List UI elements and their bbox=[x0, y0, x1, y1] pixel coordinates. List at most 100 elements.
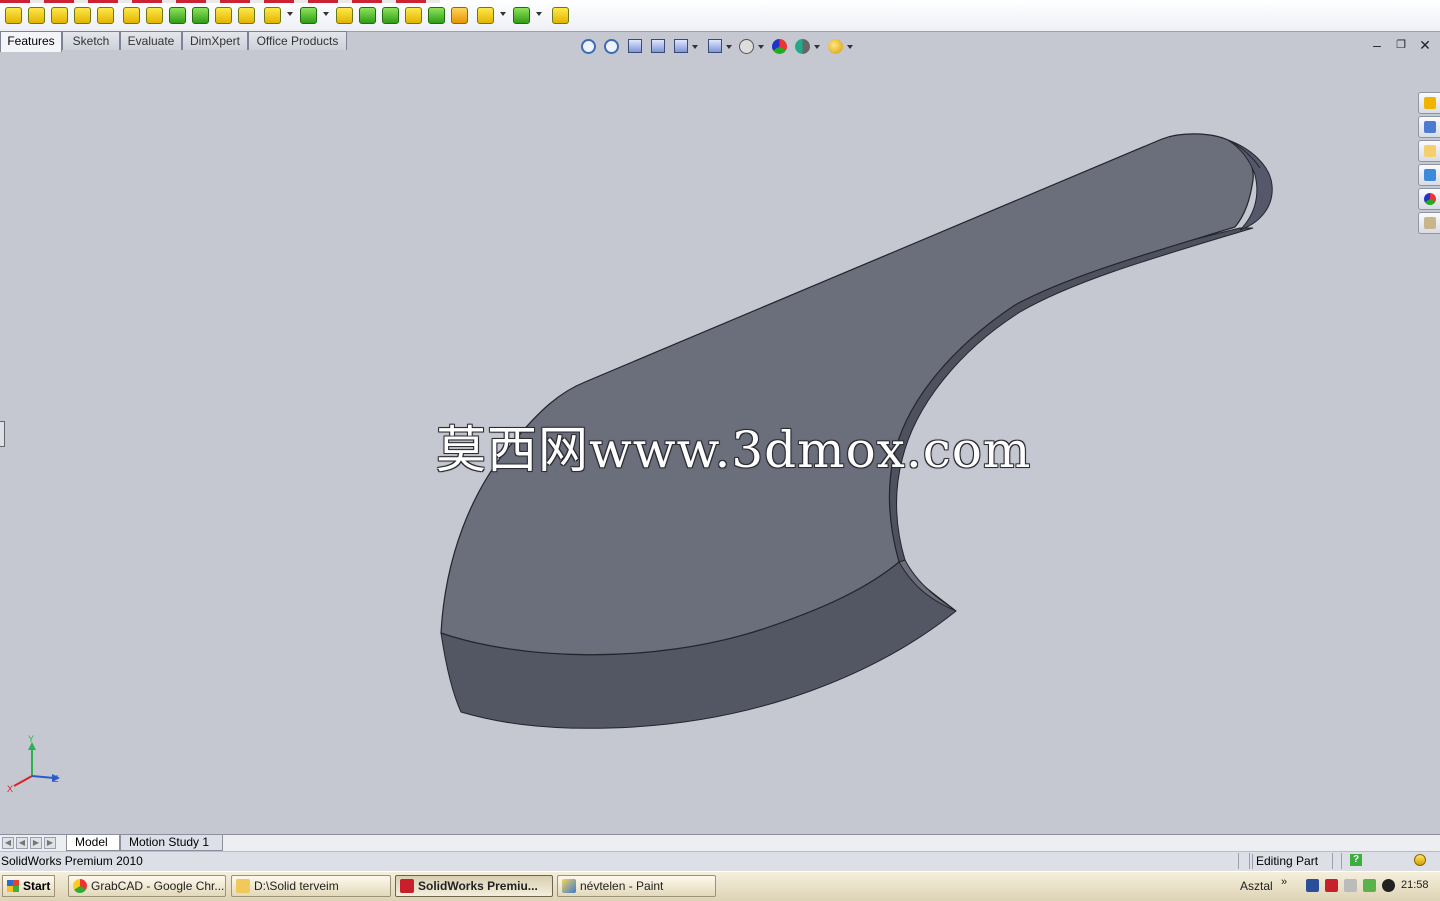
restore-icon[interactable]: ❐ bbox=[1394, 38, 1408, 52]
battery-icon[interactable] bbox=[1363, 879, 1376, 892]
chamfer-icon[interactable] bbox=[215, 7, 232, 24]
close-icon[interactable]: ✕ bbox=[1418, 38, 1432, 52]
triad-z-axis bbox=[31, 775, 55, 779]
intersect-icon[interactable] bbox=[428, 7, 445, 24]
folder-icon bbox=[236, 879, 250, 893]
bottom-tab-bar: ◀ ◀ ▶ ▶ Model Motion Study 1 bbox=[0, 834, 1440, 852]
help-icon[interactable]: ? bbox=[1350, 854, 1362, 866]
taskbar-item-paint[interactable]: névtelen - Paint bbox=[557, 875, 716, 897]
taskbar-item-label: GrabCAD - Google Chr... bbox=[91, 879, 225, 893]
hide-show-dropdown-icon[interactable] bbox=[758, 45, 764, 49]
design-library-tab[interactable] bbox=[1418, 116, 1440, 138]
previous-view-icon[interactable] bbox=[628, 39, 642, 53]
monitor-tray-icon[interactable] bbox=[1382, 879, 1395, 892]
feature-toolbar bbox=[0, 0, 1440, 32]
view-orientation-dropdown-icon[interactable] bbox=[692, 45, 698, 49]
display-style-dropdown-icon[interactable] bbox=[726, 45, 732, 49]
mirror-icon[interactable] bbox=[382, 7, 399, 24]
lofted-cut-icon[interactable] bbox=[169, 7, 186, 24]
revolved-boss-icon[interactable] bbox=[28, 7, 45, 24]
view-orientation-icon[interactable] bbox=[674, 39, 688, 53]
taskbar-item-folder[interactable]: D:\Solid terveim bbox=[231, 875, 391, 897]
status-editing-mode: Editing Part bbox=[1252, 854, 1326, 869]
fillet-icon[interactable] bbox=[192, 7, 209, 24]
instant3d-icon[interactable] bbox=[552, 7, 569, 24]
tab-motion-study-1[interactable]: Motion Study 1 bbox=[120, 835, 223, 851]
tab-dimxpert[interactable]: DimXpert bbox=[182, 31, 248, 50]
volume-icon[interactable] bbox=[1344, 879, 1357, 892]
model-top-face bbox=[440, 133, 1254, 656]
reference-triad: Y Z X bbox=[7, 734, 60, 794]
triad-x-label: X bbox=[7, 784, 13, 794]
units-icon[interactable] bbox=[1414, 854, 1426, 866]
home-icon bbox=[1424, 97, 1436, 109]
draft-icon[interactable] bbox=[336, 7, 353, 24]
taskbar-clock[interactable]: 21:58 bbox=[1401, 879, 1429, 891]
minimize-icon[interactable]: – bbox=[1370, 38, 1384, 52]
taskbar-item-chrome[interactable]: GrabCAD - Google Chr... bbox=[68, 875, 226, 897]
appearance-icon bbox=[1424, 193, 1436, 205]
title-bar-remnant bbox=[0, 0, 440, 3]
chevron-double-right-icon[interactable]: » bbox=[1281, 876, 1287, 888]
apply-scene-dropdown-icon[interactable] bbox=[814, 45, 820, 49]
status-bar: SolidWorks Premium 2010 Editing Part ? bbox=[0, 851, 1440, 871]
reference-dropdown-icon[interactable] bbox=[500, 12, 506, 16]
network-tray-icon[interactable] bbox=[1306, 879, 1319, 892]
swept-cut-icon[interactable] bbox=[146, 7, 163, 24]
windows-logo-icon bbox=[7, 880, 19, 892]
tab-model[interactable]: Model bbox=[66, 835, 120, 851]
file-explorer-tab[interactable] bbox=[1418, 140, 1440, 162]
swept-boss-icon[interactable] bbox=[51, 7, 68, 24]
solidworks-icon bbox=[400, 879, 414, 893]
chrome-icon bbox=[73, 879, 87, 893]
view-settings-dropdown-icon[interactable] bbox=[847, 45, 853, 49]
previous-tab-icon[interactable]: ◀ bbox=[16, 837, 28, 849]
curves-dropdown-icon[interactable] bbox=[536, 12, 542, 16]
pattern-dropdown-icon[interactable] bbox=[323, 12, 329, 16]
start-button[interactable]: Start bbox=[2, 875, 55, 897]
desktop-toolbar-label[interactable]: Asztal bbox=[1240, 879, 1273, 893]
rib-icon[interactable] bbox=[238, 7, 255, 24]
taskbar-item-label: D:\Solid terveim bbox=[254, 879, 339, 893]
start-label: Start bbox=[23, 879, 51, 893]
taskbar-item-label: SolidWorks Premiu... bbox=[418, 879, 538, 893]
taskbar-item-label: névtelen - Paint bbox=[580, 879, 664, 893]
combine-icon[interactable] bbox=[451, 7, 468, 24]
linear-pattern-icon[interactable] bbox=[300, 7, 317, 24]
view-palette-tab[interactable] bbox=[1418, 164, 1440, 186]
solidworks-resources-tab[interactable] bbox=[1418, 92, 1440, 114]
shell-dropdown-icon[interactable] bbox=[287, 12, 293, 16]
watermark-text: 莫西网www.3dmox.com bbox=[436, 421, 1032, 479]
display-style-icon[interactable] bbox=[708, 39, 722, 53]
wrap-icon[interactable] bbox=[405, 7, 422, 24]
shell-icon[interactable] bbox=[264, 7, 281, 24]
taskbar-item-solidworks[interactable]: SolidWorks Premiu... bbox=[395, 875, 553, 897]
solidworks-tray-icon[interactable] bbox=[1325, 879, 1338, 892]
tab-features[interactable]: Features bbox=[0, 31, 62, 52]
triad-x-axis bbox=[13, 775, 33, 787]
next-tab-icon[interactable]: ▶ bbox=[30, 837, 42, 849]
dome-icon[interactable] bbox=[359, 7, 376, 24]
triad-z-label: Z bbox=[53, 774, 59, 784]
view-palette-icon bbox=[1424, 169, 1436, 181]
section-view-icon[interactable] bbox=[651, 39, 665, 53]
first-tab-icon[interactable]: ◀ bbox=[2, 837, 14, 849]
custom-properties-tab[interactable] bbox=[1418, 212, 1440, 234]
status-separator bbox=[1238, 853, 1250, 869]
extruded-boss-icon[interactable] bbox=[5, 7, 22, 24]
reference-geometry-icon[interactable] bbox=[477, 7, 494, 24]
triad-y-label: Y bbox=[28, 734, 34, 744]
tab-sketch[interactable]: Sketch bbox=[62, 31, 120, 50]
curves-icon[interactable] bbox=[513, 7, 530, 24]
tab-evaluate[interactable]: Evaluate bbox=[120, 31, 182, 50]
properties-icon bbox=[1424, 217, 1436, 229]
last-tab-icon[interactable]: ▶ bbox=[44, 837, 56, 849]
tab-office-products[interactable]: Office Products bbox=[248, 31, 347, 50]
revolved-cut-icon[interactable] bbox=[123, 7, 140, 24]
library-icon bbox=[1424, 121, 1436, 133]
extruded-cut-icon[interactable] bbox=[97, 7, 114, 24]
appearances-tab[interactable] bbox=[1418, 188, 1440, 210]
windows-taskbar: Start GrabCAD - Google Chr... D:\Solid t… bbox=[0, 871, 1440, 901]
lofted-boss-icon[interactable] bbox=[74, 7, 91, 24]
paint-icon bbox=[562, 879, 576, 893]
